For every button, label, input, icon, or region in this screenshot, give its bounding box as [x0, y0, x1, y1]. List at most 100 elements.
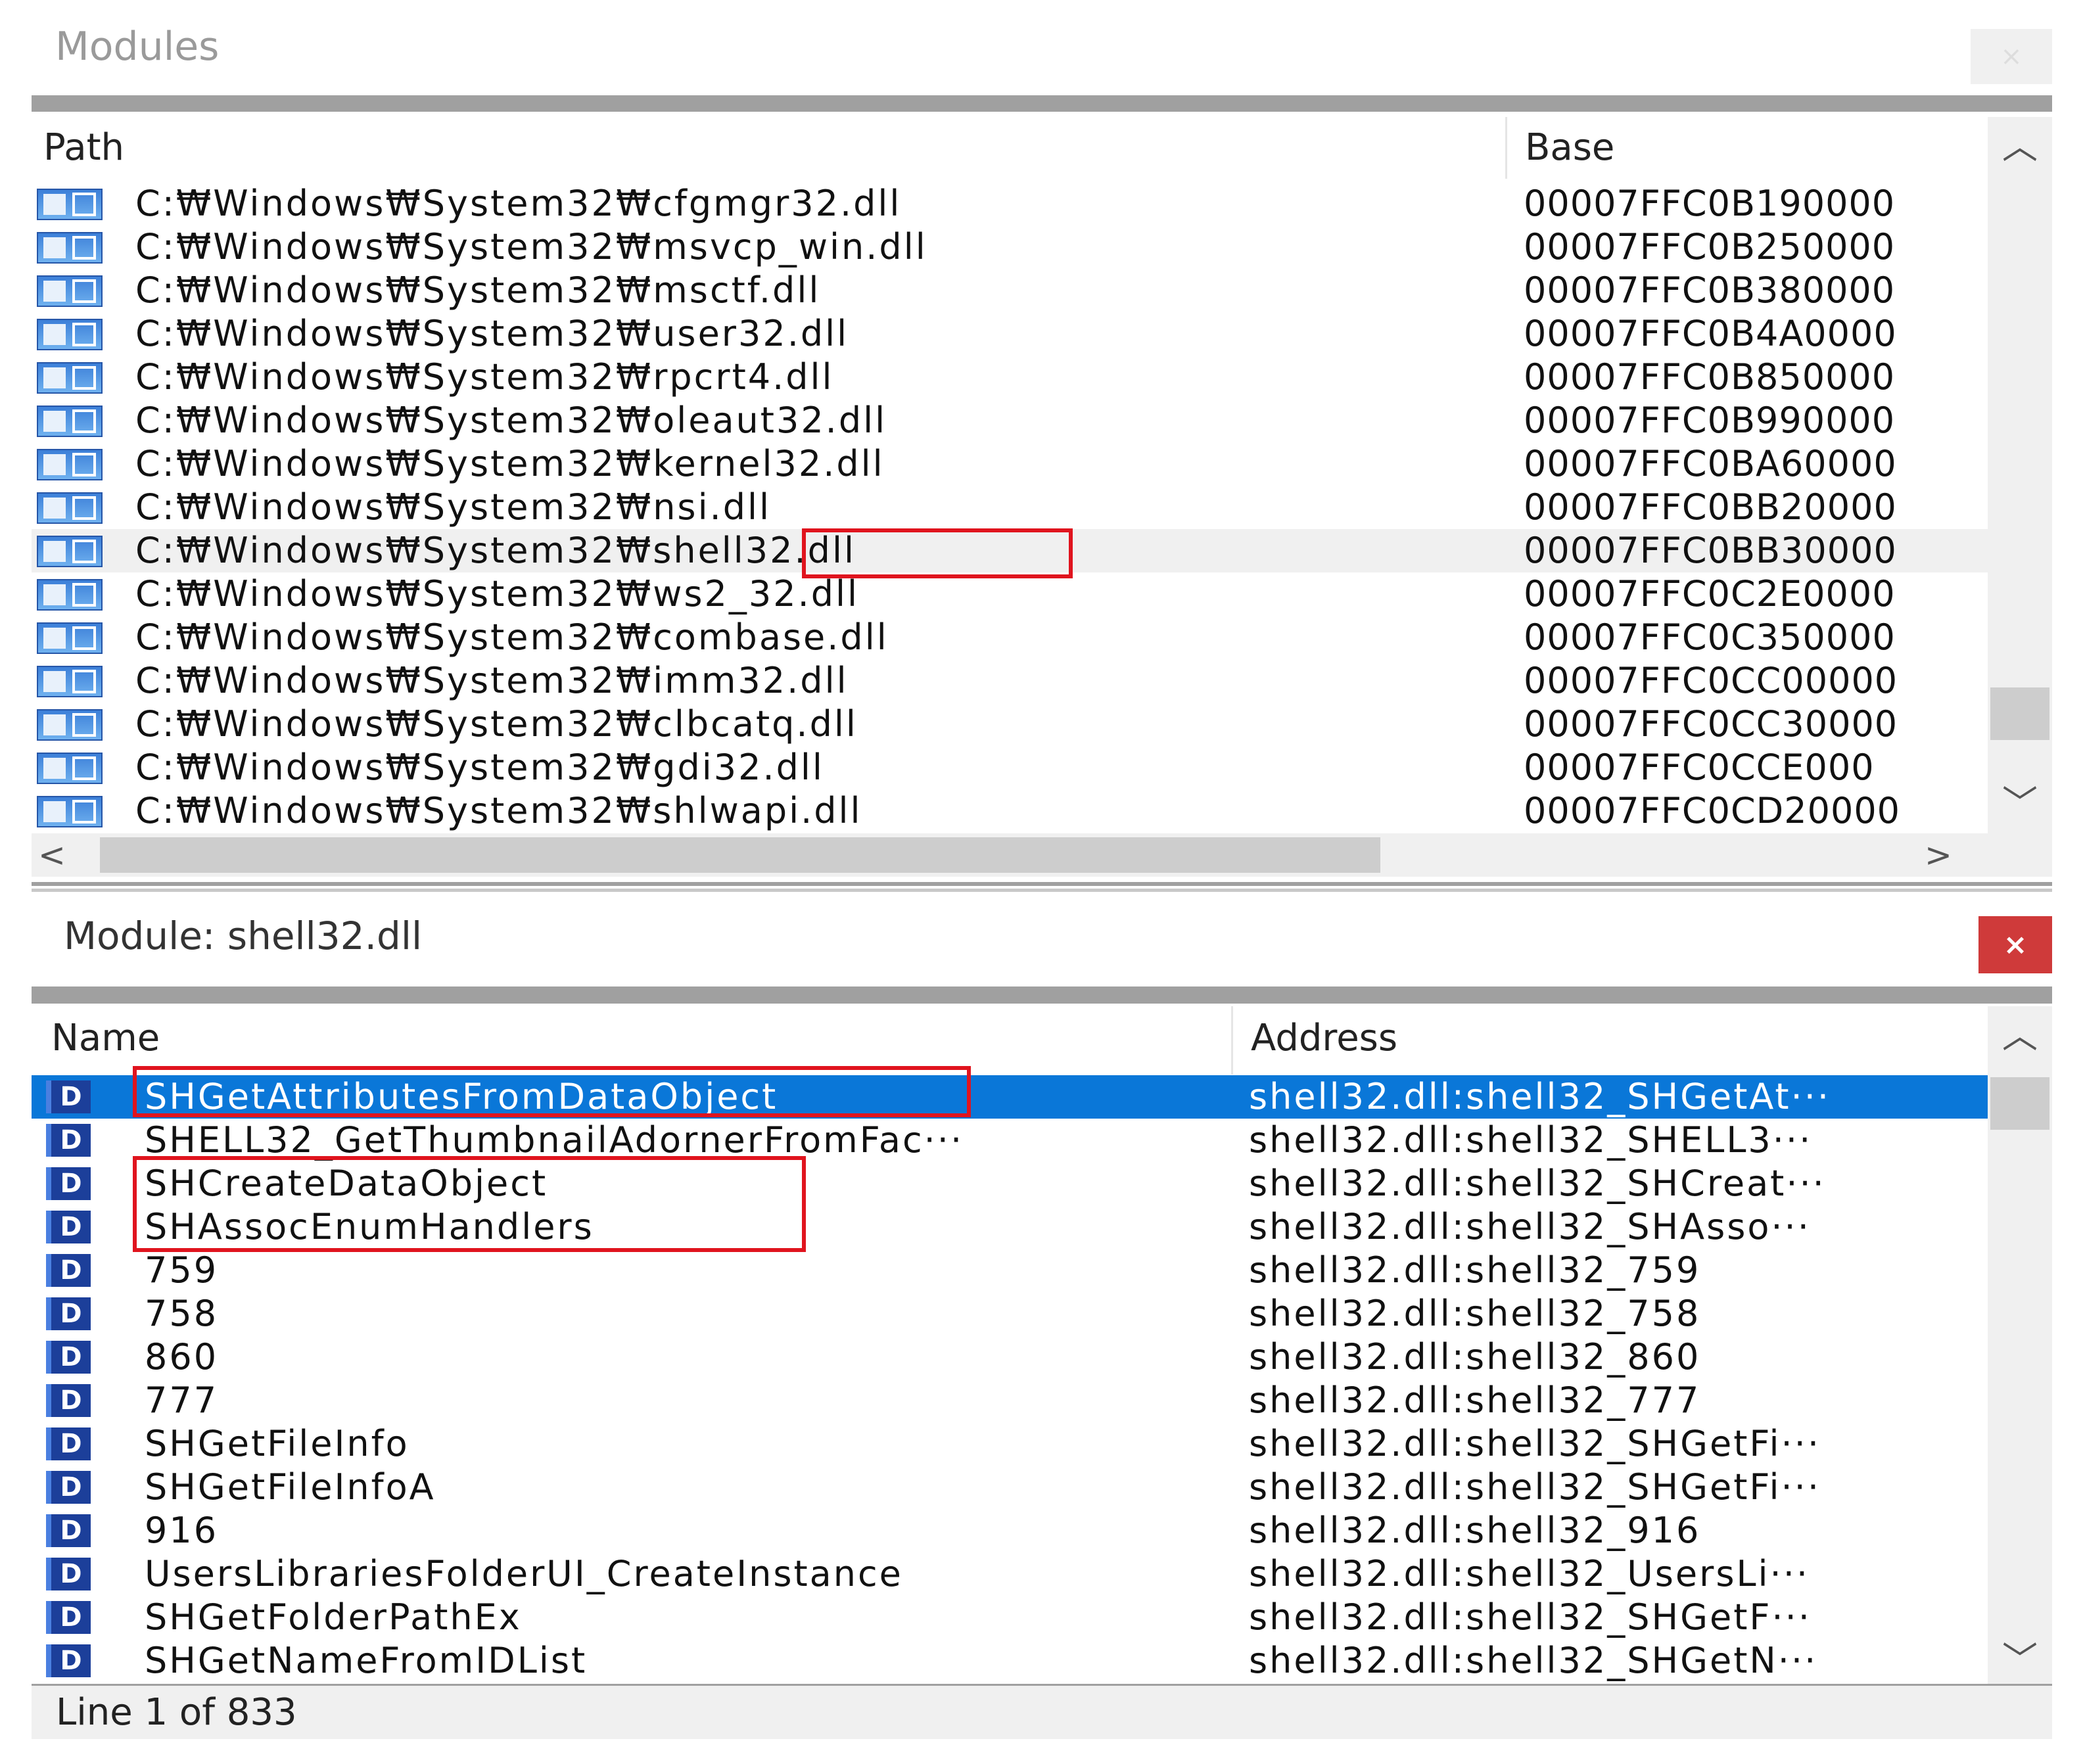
column-header-base[interactable]: Base — [1525, 126, 1614, 169]
module-row[interactable]: C:₩Windows₩System32₩combase.dll 00007FFC0… — [32, 616, 1988, 659]
module-icon — [37, 232, 103, 264]
scrollbar-thumb[interactable] — [100, 837, 1380, 873]
module-icon — [37, 709, 103, 741]
module-base: 00007FFC0CC00000 — [1524, 660, 1898, 701]
modules-close-button[interactable]: × — [1971, 29, 2052, 84]
module-path: C:₩Windows₩System32₩shell32.dll — [135, 530, 856, 571]
export-row[interactable]: D 777 shell32.dll:shell32_777 — [32, 1379, 1988, 1422]
export-type-icon: D — [46, 1427, 91, 1460]
export-address: shell32.dll:shell32_SHGetF··· — [1249, 1596, 1812, 1638]
scroll-right-icon[interactable]: > — [1925, 833, 1952, 877]
module-path: C:₩Windows₩System32₩gdi32.dll — [135, 747, 824, 788]
scroll-down-icon[interactable]: ﹀ — [1988, 1631, 2052, 1683]
module-base: 00007FFC0B4A0000 — [1524, 313, 1897, 354]
module-row[interactable]: C:₩Windows₩System32₩nsi.dll 00007FFC0BB20… — [32, 486, 1988, 529]
module-base: 00007FFC0B190000 — [1524, 183, 1896, 224]
annotation-box-shell32 — [802, 528, 1073, 578]
module-icon — [37, 796, 103, 827]
module-path: C:₩Windows₩System32₩shlwapi.dll — [135, 790, 862, 831]
modules-vertical-scrollbar[interactable]: ︿ ﹀ — [1988, 117, 2052, 833]
scroll-left-icon[interactable]: < — [38, 833, 66, 877]
modules-title-divider — [32, 95, 2052, 112]
export-row[interactable]: D SHGetNameFromIDList shell32.dll:shell32_… — [32, 1639, 1988, 1683]
module-base: 00007FFC0BB30000 — [1524, 530, 1897, 571]
module-icon — [37, 406, 103, 437]
module-row[interactable]: C:₩Windows₩System32₩shlwapi.dll 00007FFC0… — [32, 789, 1988, 833]
annotation-box-shcreate-shassoc — [133, 1156, 806, 1252]
module-base: 00007FFC0B380000 — [1524, 269, 1896, 311]
module-row[interactable]: C:₩Windows₩System32₩rpcrt4.dll 00007FFC0B… — [32, 356, 1988, 399]
export-address: shell32.dll:shell32_758 — [1249, 1293, 1701, 1334]
column-divider[interactable] — [1231, 1006, 1233, 1075]
export-type-icon: D — [46, 1514, 91, 1547]
export-type-icon: D — [46, 1167, 91, 1200]
module-row[interactable]: C:₩Windows₩System32₩msvcp_win.dll 00007FF… — [32, 225, 1988, 269]
export-name: SHGetFileInfo — [145, 1423, 410, 1464]
scroll-down-icon[interactable]: ﹀ — [1988, 774, 2052, 826]
module-row[interactable]: C:₩Windows₩System32₩oleaut32.dll 00007FFC… — [32, 399, 1988, 442]
module-row[interactable]: C:₩Windows₩System32₩msctf.dll 00007FFC0B3… — [32, 269, 1988, 312]
column-header-name[interactable]: Name — [51, 1017, 160, 1059]
status-bar: Line 1 of 833 — [32, 1686, 2052, 1739]
module-row[interactable]: C:₩Windows₩System32₩cfgmgr32.dll 00007FFC… — [32, 182, 1988, 225]
export-address: shell32.dll:shell32_SHGetFi··· — [1249, 1423, 1821, 1464]
scroll-up-icon[interactable]: ︿ — [1988, 1006, 2052, 1058]
module-base: 00007FFC0C2E0000 — [1524, 573, 1896, 615]
splitter[interactable] — [32, 882, 2052, 886]
module-row[interactable]: C:₩Windows₩System32₩clbcatq.dll 00007FFC0… — [32, 703, 1988, 746]
module-icon — [37, 536, 103, 567]
scrollbar-thumb[interactable] — [1990, 687, 2049, 740]
export-row[interactable]: D SHGetFileInfo shell32.dll:shell32_SHGetF… — [32, 1422, 1988, 1466]
module-icon — [37, 319, 103, 350]
column-header-address[interactable]: Address — [1251, 1017, 1397, 1059]
module-path: C:₩Windows₩System32₩msctf.dll — [135, 269, 821, 311]
column-header-path[interactable]: Path — [43, 126, 124, 169]
export-type-icon: D — [46, 1297, 91, 1330]
export-type-icon: D — [46, 1341, 91, 1374]
export-row[interactable]: D SHGetFileInfoA shell32.dll:shell32_SHGet… — [32, 1466, 1988, 1509]
export-type-icon: D — [46, 1601, 91, 1634]
module-base: 00007FFC0CCE000 — [1524, 747, 1875, 788]
scroll-up-icon[interactable]: ︿ — [1988, 117, 2052, 169]
export-name: 860 — [145, 1336, 219, 1378]
column-divider[interactable] — [1505, 117, 1507, 179]
module-base: 00007FFC0C350000 — [1524, 616, 1896, 658]
module-icon — [37, 362, 103, 394]
module-base: 00007FFC0BB20000 — [1524, 486, 1897, 528]
exports-vertical-scrollbar[interactable]: ︿ ﹀ — [1988, 1006, 2052, 1684]
export-address: shell32.dll:shell32_SHELL3··· — [1249, 1119, 1813, 1161]
module-icon — [37, 579, 103, 611]
modules-horizontal-scrollbar[interactable]: < > — [32, 833, 2052, 877]
module-path: C:₩Windows₩System32₩msvcp_win.dll — [135, 226, 927, 267]
export-address: shell32.dll:shell32_SHGetAt··· — [1249, 1076, 1831, 1117]
module-row[interactable]: C:₩Windows₩System32₩imm32.dll 00007FFC0CC… — [32, 659, 1988, 703]
scrollbar-thumb[interactable] — [1990, 1077, 2049, 1130]
module-icon — [37, 492, 103, 524]
module-row[interactable]: C:₩Windows₩System32₩user32.dll 00007FFC0B… — [32, 312, 1988, 356]
export-row[interactable]: D SHGetFolderPathEx shell32.dll:shell32_SH… — [32, 1596, 1988, 1639]
export-address: shell32.dll:shell32_SHCreat··· — [1249, 1163, 1826, 1204]
module-path: C:₩Windows₩System32₩combase.dll — [135, 616, 889, 658]
export-address: shell32.dll:shell32_860 — [1249, 1336, 1701, 1378]
export-name: 916 — [145, 1510, 219, 1551]
module-icon — [37, 622, 103, 654]
modules-table: Path Base C:₩Windows₩System32₩cfgmgr32.d… — [32, 117, 2052, 833]
export-address: shell32.dll:shell32_916 — [1249, 1510, 1701, 1551]
export-row[interactable]: D 860 shell32.dll:shell32_860 — [32, 1335, 1988, 1379]
export-type-icon: D — [46, 1254, 91, 1287]
module-close-button[interactable]: × — [1978, 916, 2052, 973]
module-row[interactable]: C:₩Windows₩System32₩ws2_32.dll 00007FFC0C… — [32, 572, 1988, 616]
module-base: 00007FFC0BA60000 — [1524, 443, 1897, 484]
module-row[interactable]: C:₩Windows₩System32₩kernel32.dll 00007FFC… — [32, 442, 1988, 486]
export-address: shell32.dll:shell32_SHGetFi··· — [1249, 1466, 1821, 1508]
export-address: shell32.dll:shell32_SHAsso··· — [1249, 1206, 1811, 1247]
module-base: 00007FFC0B990000 — [1524, 400, 1896, 441]
module-path: C:₩Windows₩System32₩ws2_32.dll — [135, 573, 860, 615]
export-row[interactable]: D 916 shell32.dll:shell32_916 — [32, 1509, 1988, 1552]
module-row[interactable]: C:₩Windows₩System32₩gdi32.dll 00007FFC0CC… — [32, 746, 1988, 789]
export-row[interactable]: D UsersLibrariesFolderUI_CreateInstance sh… — [32, 1552, 1988, 1596]
module-icon — [37, 666, 103, 697]
module-icon — [37, 449, 103, 480]
export-row[interactable]: D 758 shell32.dll:shell32_758 — [32, 1292, 1988, 1335]
export-row[interactable]: D 759 shell32.dll:shell32_759 — [32, 1249, 1988, 1292]
